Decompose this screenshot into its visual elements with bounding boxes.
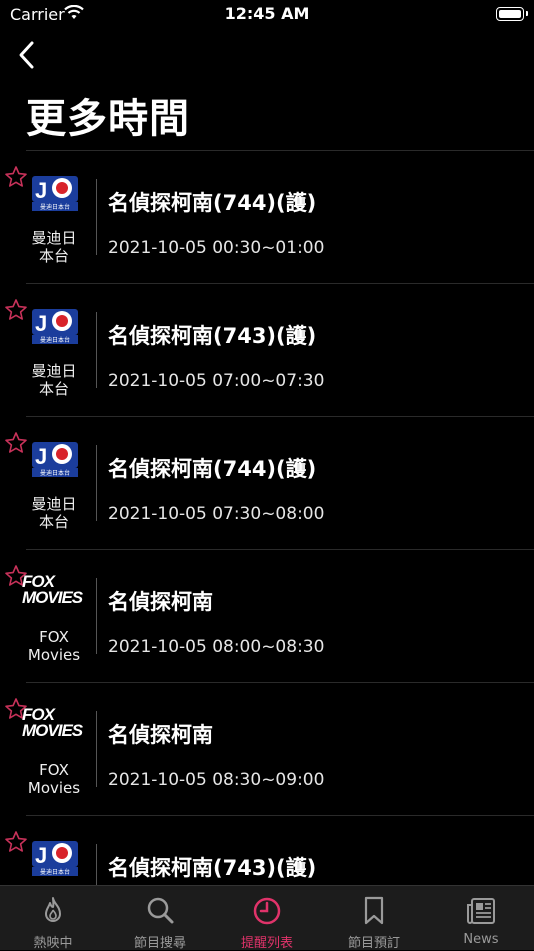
star-icon[interactable]: [4, 431, 28, 455]
channel-logo: J 曼迪日本台: [32, 309, 78, 344]
divider: [96, 179, 97, 255]
svg-text:J: J: [35, 311, 47, 335]
clock-icon: [253, 897, 281, 925]
divider: [96, 445, 97, 521]
tab-bookmark[interactable]: 節目預訂: [321, 886, 427, 951]
list-item[interactable]: J 曼迪日本台 曼迪日 本台 名偵探柯南(744)(護) 2021-10-05 …: [5, 151, 534, 284]
tab-clock[interactable]: 提醒列表: [214, 886, 320, 951]
status-time: 12:45 AM: [224, 4, 310, 23]
star-icon[interactable]: [4, 298, 28, 322]
tab-bar: 熱映中 節目搜尋 提醒列表 節目預訂 News: [0, 885, 534, 951]
bookmark-icon: [364, 896, 384, 925]
tab-flame[interactable]: 熱映中: [0, 886, 106, 951]
page-title: 更多時間: [26, 96, 190, 142]
program-time: 2021-10-05 08:30~09:00: [108, 770, 325, 790]
search-icon: [147, 897, 174, 924]
star-icon[interactable]: [4, 165, 28, 189]
program-title: 名偵探柯南(744)(護): [108, 457, 317, 481]
star-icon[interactable]: [4, 830, 28, 854]
program-title: 名偵探柯南: [108, 590, 213, 614]
channel-logo: FOX MOVIES: [22, 572, 83, 607]
program-time: 2021-10-05 07:00~07:30: [108, 371, 325, 391]
channel-name: 曼迪日 本台: [31, 229, 77, 265]
channel-name: FOX Movies: [27, 628, 81, 664]
svg-text:J: J: [35, 178, 47, 202]
list-item[interactable]: J 曼迪日本台 曼迪日 本台 名偵探柯南(744)(護) 2021-10-05 …: [5, 417, 534, 550]
divider: [96, 312, 97, 388]
tab-search[interactable]: 節目搜尋: [107, 886, 213, 951]
program-time: 2021-10-05 07:30~08:00: [108, 504, 325, 524]
list-item[interactable]: FOX MOVIES FOX Movies 名偵探柯南 2021-10-05 0…: [5, 683, 534, 816]
divider: [96, 711, 97, 787]
program-time: 2021-10-05 00:30~01:00: [108, 238, 325, 258]
svg-text:J: J: [35, 444, 47, 468]
tab-label: 節目預訂: [347, 936, 400, 951]
tab-label: 節目搜尋: [133, 936, 186, 951]
status-bar: Carrier 12:45 AM: [0, 0, 534, 30]
tab-label: 提醒列表: [240, 936, 293, 951]
program-title: 名偵探柯南(744)(護): [108, 191, 317, 215]
tab-label: News: [463, 932, 499, 947]
tab-newspaper[interactable]: News: [428, 886, 534, 950]
battery-icon: [496, 7, 524, 21]
channel-logo: J 曼迪日本台: [32, 442, 78, 477]
channel-logo: J 曼迪日本台: [32, 176, 78, 211]
flame-icon: [45, 897, 61, 922]
program-list: J 曼迪日本台 曼迪日 本台 名偵探柯南(744)(護) 2021-10-05 …: [0, 151, 534, 949]
channel-name: 曼迪日 本台: [31, 495, 77, 531]
channel-name: FOX Movies: [27, 761, 81, 797]
list-item[interactable]: J 曼迪日本台 曼迪日 本台 名偵探柯南(743)(護) 2021-10-05 …: [5, 284, 534, 417]
channel-logo: FOX MOVIES: [22, 705, 83, 740]
svg-text:J: J: [35, 843, 47, 867]
divider: [96, 578, 97, 654]
program-title: 名偵探柯南(743)(護): [108, 856, 317, 880]
back-button[interactable]: [14, 40, 44, 70]
program-time: 2021-10-05 08:00~08:30: [108, 637, 325, 657]
list-item[interactable]: FOX MOVIES FOX Movies 名偵探柯南 2021-10-05 0…: [5, 550, 534, 683]
program-title: 名偵探柯南(743)(護): [108, 324, 317, 348]
channel-logo: J 曼迪日本台: [32, 841, 78, 876]
newspaper-icon: [467, 898, 495, 924]
program-title: 名偵探柯南: [108, 723, 213, 747]
tab-label: 熱映中: [33, 936, 73, 951]
channel-name: 曼迪日 本台: [31, 362, 77, 398]
